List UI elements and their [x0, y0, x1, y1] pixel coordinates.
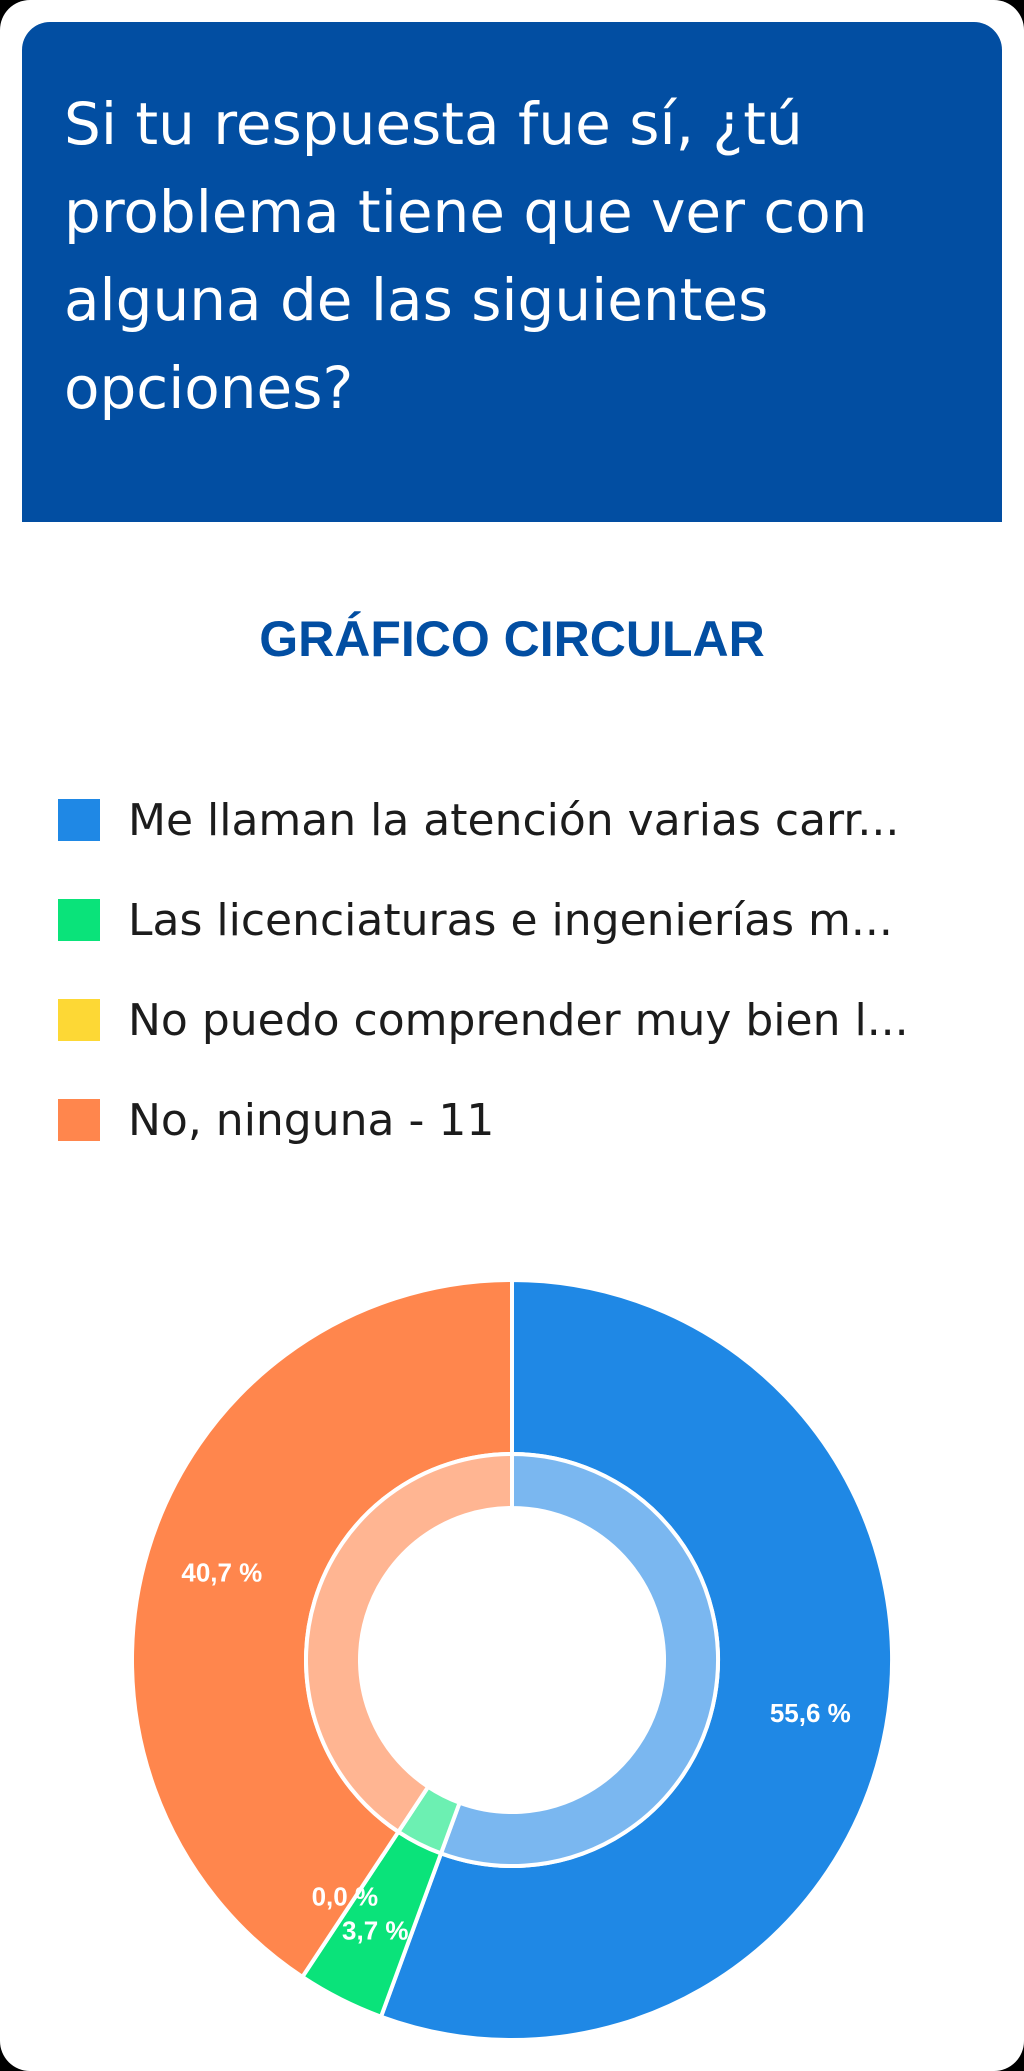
slice-percentage-label: 0,0 %	[312, 1882, 379, 1912]
legend-item[interactable]: No, ninguna - 11	[58, 1070, 988, 1170]
legend-label: Me llaman la atención varias carr...	[128, 794, 900, 846]
legend-label: No, ninguna - 11	[128, 1094, 495, 1146]
legend-label: Las licenciaturas e ingenierías m...	[128, 894, 893, 946]
legend-label: No puedo comprender muy bien l...	[128, 994, 909, 1046]
slice-percentage-label: 55,6 %	[770, 1698, 851, 1728]
question-text: Si tu respuesta fue sí, ¿tú problema tie…	[64, 90, 868, 422]
legend-swatch	[58, 1099, 100, 1141]
chart-card: Si tu respuesta fue sí, ¿tú problema tie…	[0, 0, 1024, 2071]
slice-percentage-label: 3,7 %	[342, 1915, 409, 1945]
legend-item[interactable]: Las licenciaturas e ingenierías m...	[58, 870, 988, 970]
legend-swatch	[58, 899, 100, 941]
chart-title: GRÁFICO CIRCULAR	[259, 611, 765, 667]
legend-item[interactable]: No puedo comprender muy bien l...	[58, 970, 988, 1070]
legend-swatch	[58, 999, 100, 1041]
question-header: Si tu respuesta fue sí, ¿tú problema tie…	[22, 22, 1002, 522]
donut-chart: 55,6 % 3,7 %0,0 % 40,7 %	[130, 1277, 894, 2040]
legend-swatch	[58, 799, 100, 841]
donut-hole	[360, 1508, 664, 1812]
slice-percentage-label: 40,7 %	[181, 1558, 262, 1588]
chart-legend: Me llaman la atención varias carr... Las…	[58, 770, 988, 1170]
legend-item[interactable]: Me llaman la atención varias carr...	[58, 770, 988, 870]
